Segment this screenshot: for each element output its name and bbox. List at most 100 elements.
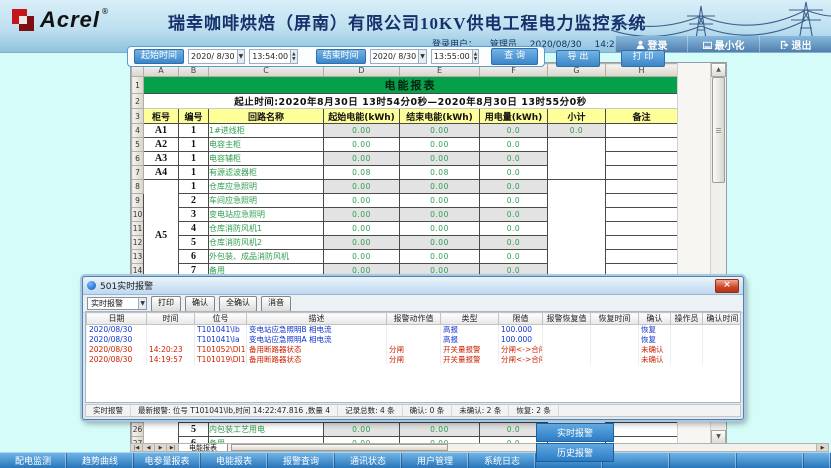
- start-time-label-button[interactable]: 起始时间: [134, 49, 184, 64]
- alarm-row[interactable]: 2020/08/30 14:19:57 T101019\DI1 备用断路器状态 …: [87, 355, 742, 365]
- cabinet-cell: A1: [144, 124, 179, 138]
- report-time-range: 起止时间:2020年8月30日 13时54分0秒—2020年8月30日 13时5…: [144, 94, 678, 109]
- note-cell: [606, 180, 678, 194]
- scroll-right-icon[interactable]: ▶: [816, 444, 828, 451]
- circuit-name: 外包装、成品消防风机: [209, 250, 324, 264]
- row-number: 2: [132, 94, 144, 109]
- note-cell: [606, 250, 678, 264]
- circuit-name: 1#进线柜: [209, 124, 324, 138]
- scroll-up-icon[interactable]: ▲: [711, 63, 726, 77]
- alarm-table-body: 日期 时间 位号 描述 报警动作值 类型 限值 报警恢复值 恢复时间 确认 操作…: [85, 311, 741, 403]
- nav-item[interactable]: 电参量报表: [134, 453, 201, 468]
- start-time-spinner[interactable]: ▲▼: [290, 50, 296, 63]
- chevron-down-icon[interactable]: ▼: [138, 298, 146, 309]
- query-button[interactable]: 查 询: [491, 48, 538, 65]
- alarm-row[interactable]: 2020/08/30 T101041\Ia 变电站应急照明A 相电流 高报 10…: [87, 335, 742, 345]
- status-recovered-count: 恢复: 2 条: [509, 405, 559, 416]
- note-cell: [606, 208, 678, 222]
- start-date-field[interactable]: 2020/ 8/30 ▼: [188, 49, 245, 64]
- end-time-field[interactable]: 13:55:00 ▲▼: [431, 49, 479, 64]
- circuit-name: 车间应急照明: [209, 194, 324, 208]
- nav-item[interactable]: 报警查询: [268, 453, 335, 468]
- cabinet-cell: A5: [144, 180, 179, 292]
- export-button[interactable]: 导 出: [556, 50, 600, 67]
- end-time-label-button[interactable]: 结束时间: [316, 49, 366, 64]
- report-header-cell: 编号: [179, 109, 209, 124]
- scroll-down-icon[interactable]: ▼: [711, 430, 726, 444]
- cabinet-cell: [144, 423, 179, 437]
- circuit-name: 仓库消防风机1: [209, 222, 324, 236]
- report-table: A B C D E F G H 1 电能报表 2 起止时间:2020年8月30日…: [131, 63, 678, 292]
- circuit-name: 仓库应急照明: [209, 180, 324, 194]
- circuit-name: 仓库消防风机2: [209, 236, 324, 250]
- dialog-app-icon: [87, 281, 96, 290]
- alarm-ack-all-button[interactable]: 全确认: [219, 296, 257, 312]
- row-number: 1: [132, 77, 144, 94]
- page-title: 瑞幸咖啡烘焙（屏南）有限公司10KV供电工程电力监控系统: [168, 9, 588, 34]
- sheet-tab-bar: |◀ ◀ ▶ ▶| 电能报表 ▶: [130, 443, 829, 452]
- note-cell: [606, 236, 678, 250]
- nav-empty-segment: [670, 453, 737, 468]
- end-date-dropdown-icon[interactable]: ▼: [418, 50, 426, 63]
- circuit-name: 有源滤波器柜: [209, 166, 324, 180]
- query-toolbar: 起始时间 2020/ 8/30 ▼ 13:54:00 ▲▼ 结束时间 2020/…: [127, 46, 545, 67]
- report-row: 5 A2 1 电容主柜 0.00 0.00 0.0: [132, 138, 678, 152]
- subtotal-cell: [548, 138, 606, 180]
- start-time-field[interactable]: 13:54:00 ▲▼: [249, 49, 297, 64]
- alarm-header-row: 日期 时间 位号 描述 报警动作值 类型 限值 报警恢复值 恢复时间 确认 操作…: [87, 313, 742, 325]
- status-ack-count: 确认: 0 条: [403, 405, 453, 416]
- horizontal-scrollbar[interactable]: [228, 444, 816, 451]
- alarm-status-bar: 实时报警 最新报警: 位号 T101041\Ib,时间 14:22:47.816…: [85, 404, 741, 417]
- alarm-menu-item[interactable]: 历史报警: [536, 443, 614, 462]
- print-button[interactable]: 打 印: [621, 50, 665, 67]
- user-icon: [636, 40, 645, 49]
- start-date-dropdown-icon[interactable]: ▼: [237, 50, 245, 63]
- horizontal-scrollbar-thumb[interactable]: [231, 444, 448, 451]
- exit-button[interactable]: 退出: [759, 36, 831, 52]
- app-window: Acrel ® 瑞幸咖啡烘焙（屏南）有限公司10KV供电工程电力监控系统 登录用…: [0, 0, 831, 468]
- note-cell: [606, 194, 678, 208]
- alarm-filter-select[interactable]: 实时报警 ▼: [87, 297, 147, 310]
- nav-item[interactable]: 系统日志: [469, 453, 536, 468]
- dialog-title-bar[interactable]: 501实时报警 ×: [83, 277, 743, 295]
- sheet-tab-energy-report[interactable]: 电能报表: [179, 444, 228, 451]
- nav-item[interactable]: 用户管理: [402, 453, 469, 468]
- minimize-button[interactable]: 最小化: [687, 36, 759, 52]
- acrel-logo-icon: [10, 7, 36, 37]
- end-time-spinner[interactable]: ▲▼: [472, 50, 478, 63]
- alarm-row[interactable]: 2020/08/30 T101041\Ib 变电站应急照明B 相电流 高报 10…: [87, 325, 742, 336]
- alarm-row[interactable]: 2020/08/30 14:20:23 T101052\DI1 备用断路器状态 …: [87, 345, 742, 355]
- vertical-scrollbar-thumb[interactable]: [712, 77, 725, 183]
- alarm-menu-popup: 实时报警历史报警: [536, 423, 614, 463]
- alarm-print-button[interactable]: 打印: [151, 296, 181, 312]
- report-header-cell: 备注: [606, 109, 678, 124]
- tab-prev-icon[interactable]: ◀: [143, 444, 155, 451]
- status-latest-alarm: 最新报警: 位号 T101041\Ib,时间 14:22:47.816 ,数量 …: [131, 405, 338, 416]
- main-nav-bar: 配电监测趋势曲线电参量报表电能报表报警查询通讯状态用户管理系统日志: [0, 452, 831, 468]
- alarm-mute-button[interactable]: 消音: [261, 296, 291, 312]
- report-row: 8 A5 1 仓库应急照明 0.00 0.00 0.0: [132, 180, 678, 194]
- logo-registered-mark: ®: [101, 7, 109, 16]
- note-cell: [606, 124, 678, 138]
- dialog-close-icon[interactable]: ×: [715, 279, 739, 293]
- note-cell: [606, 138, 678, 152]
- nav-item[interactable]: 趋势曲线: [67, 453, 134, 468]
- nav-item[interactable]: 通讯状态: [335, 453, 402, 468]
- nav-item[interactable]: 电能报表: [201, 453, 268, 468]
- circuit-name: 电容辅柜: [209, 152, 324, 166]
- report-header-cell: 柜号: [144, 109, 179, 124]
- circuit-name: 变电站应急照明: [209, 208, 324, 222]
- note-cell: [606, 222, 678, 236]
- alarm-menu-item[interactable]: 实时报警: [536, 423, 614, 442]
- dialog-title: 501实时报警: [100, 279, 715, 292]
- status-unack-count: 未确认: 2 条: [452, 405, 509, 416]
- tab-next-icon[interactable]: ▶: [155, 444, 167, 451]
- nav-item[interactable]: 配电监测: [0, 453, 67, 468]
- row-number: 3: [132, 109, 144, 124]
- tab-first-icon[interactable]: |◀: [131, 444, 143, 451]
- cabinet-cell: A4: [144, 166, 179, 180]
- tab-last-icon[interactable]: ▶|: [167, 444, 179, 451]
- cabinet-cell: A2: [144, 138, 179, 152]
- alarm-ack-button[interactable]: 确认: [185, 296, 215, 312]
- end-date-field[interactable]: 2020/ 8/30 ▼: [370, 49, 427, 64]
